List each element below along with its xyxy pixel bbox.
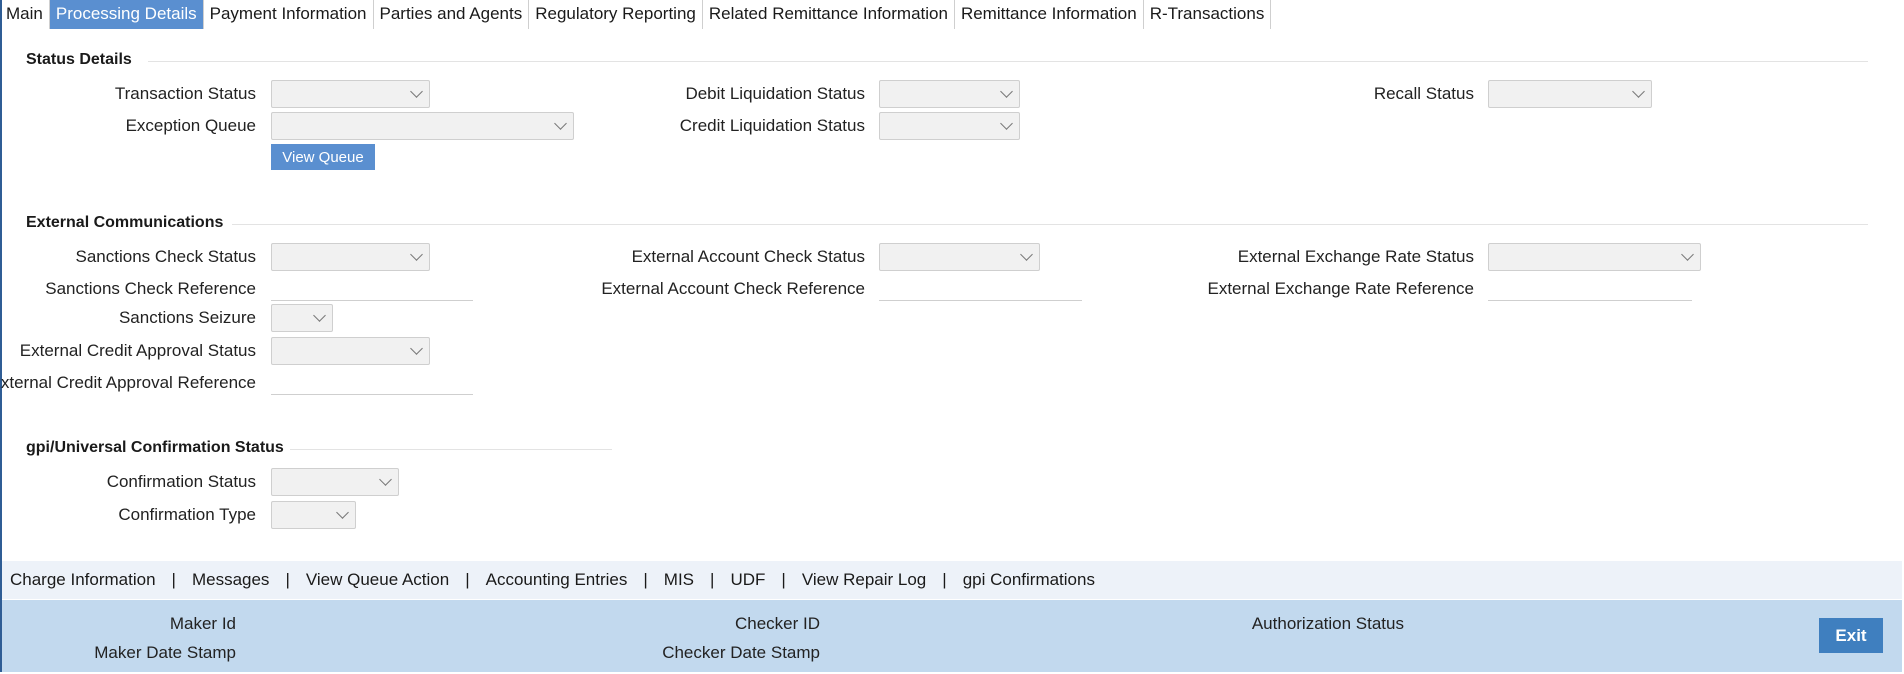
audit-footer: [2, 600, 1902, 672]
transaction-status-label: Transaction Status: [114, 84, 256, 103]
chevron-down-icon: [313, 309, 326, 322]
ext-account-check-reference-input[interactable]: [879, 277, 1082, 301]
ext-credit-approval-reference-input[interactable]: [271, 371, 473, 395]
ext-account-check-status-label: External Account Check Status: [631, 247, 865, 266]
link-separator: |: [781, 570, 786, 589]
section-divider: [290, 449, 612, 450]
chevron-down-icon: [1000, 117, 1013, 130]
tab-remittance-information[interactable]: Remittance Information: [955, 0, 1144, 29]
tab-regulatory-reporting[interactable]: Regulatory Reporting: [529, 0, 703, 29]
ext-credit-approval-status-select[interactable]: [271, 337, 430, 365]
section-title-external-communications: External Communications: [26, 214, 224, 231]
chevron-down-icon: [1681, 248, 1694, 261]
accounting-entries-link[interactable]: Accounting Entries: [486, 570, 628, 590]
checker-id-label: Checker ID: [734, 614, 820, 633]
chevron-down-icon: [379, 473, 392, 486]
tab-bar: Main Processing Details Payment Informat…: [0, 0, 1272, 29]
transaction-status-select[interactable]: [271, 80, 430, 108]
section-divider: [148, 61, 1868, 62]
exception-queue-select[interactable]: [271, 112, 574, 140]
chevron-down-icon: [1020, 248, 1033, 261]
debit-liquidation-status-select[interactable]: [879, 80, 1020, 108]
sanctions-seizure-label: Sanctions Seizure: [118, 308, 256, 327]
debit-liquidation-status-label: Debit Liquidation Status: [685, 84, 865, 103]
gpi-confirmations-link[interactable]: gpi Confirmations: [963, 570, 1095, 590]
confirmation-type-select[interactable]: [271, 501, 356, 529]
tab-related-remittance-information[interactable]: Related Remittance Information: [703, 0, 955, 29]
recall-status-select[interactable]: [1488, 80, 1652, 108]
view-repair-log-link[interactable]: View Repair Log: [802, 570, 926, 590]
chevron-down-icon: [336, 506, 349, 519]
exception-queue-label: Exception Queue: [125, 116, 256, 135]
exit-button[interactable]: Exit: [1819, 618, 1883, 653]
ext-exchange-rate-status-select[interactable]: [1488, 243, 1701, 271]
ext-account-check-status-select[interactable]: [879, 243, 1040, 271]
credit-liquidation-status-select[interactable]: [879, 112, 1020, 140]
tab-main[interactable]: Main: [0, 0, 50, 29]
chevron-down-icon: [410, 248, 423, 261]
tab-parties-and-agents[interactable]: Parties and Agents: [374, 0, 530, 29]
view-queue-button[interactable]: View Queue: [271, 144, 375, 170]
link-separator: |: [643, 570, 648, 589]
sanctions-check-reference-input[interactable]: [271, 277, 473, 301]
link-separator: |: [710, 570, 715, 589]
tab-processing-details[interactable]: Processing Details: [49, 0, 204, 29]
link-separator: |: [465, 570, 470, 589]
confirmation-status-label: Confirmation Status: [106, 472, 256, 491]
link-separator: |: [285, 570, 290, 589]
confirmation-status-select[interactable]: [271, 468, 399, 496]
ext-credit-approval-reference-label: External Credit Approval Reference: [0, 373, 256, 392]
checker-date-stamp-label: Checker Date Stamp: [662, 643, 820, 662]
sanctions-check-status-select[interactable]: [271, 243, 430, 271]
recall-status-label: Recall Status: [1373, 84, 1474, 103]
link-separator: |: [942, 570, 947, 589]
link-separator: |: [171, 570, 176, 589]
messages-link[interactable]: Messages: [192, 570, 269, 590]
ext-account-check-reference-label: External Account Check Reference: [601, 279, 865, 298]
ext-exchange-rate-status-label: External Exchange Rate Status: [1237, 247, 1474, 266]
maker-date-stamp-label: Maker Date Stamp: [94, 643, 236, 662]
sanctions-check-reference-label: Sanctions Check Reference: [45, 279, 256, 298]
confirmation-type-label: Confirmation Type: [118, 505, 256, 524]
sanctions-seizure-select[interactable]: [271, 304, 333, 332]
chevron-down-icon: [410, 85, 423, 98]
section-divider: [232, 224, 1868, 225]
maker-id-label: Maker Id: [169, 614, 236, 633]
sanctions-check-status-label: Sanctions Check Status: [75, 247, 256, 266]
ext-exchange-rate-reference-input[interactable]: [1488, 277, 1692, 301]
action-link-bar: Charge Information | Messages | View Que…: [2, 561, 1902, 599]
view-queue-action-link[interactable]: View Queue Action: [306, 570, 449, 590]
charge-information-link[interactable]: Charge Information: [2, 570, 156, 590]
ext-credit-approval-status-label: External Credit Approval Status: [19, 341, 256, 360]
mis-link[interactable]: MIS: [664, 570, 694, 590]
udf-link[interactable]: UDF: [730, 570, 765, 590]
chevron-down-icon: [1000, 85, 1013, 98]
chevron-down-icon: [554, 117, 567, 130]
section-title-status-details: Status Details: [26, 51, 132, 68]
tab-payment-information[interactable]: Payment Information: [204, 0, 374, 29]
section-title-gpi-confirmation: gpi/Universal Confirmation Status: [26, 439, 284, 456]
credit-liquidation-status-label: Credit Liquidation Status: [679, 116, 865, 135]
chevron-down-icon: [1632, 85, 1645, 98]
authorization-status-label: Authorization Status: [1251, 614, 1404, 633]
tab-r-transactions[interactable]: R-Transactions: [1144, 0, 1272, 29]
chevron-down-icon: [410, 342, 423, 355]
ext-exchange-rate-reference-label: External Exchange Rate Reference: [1207, 279, 1475, 298]
